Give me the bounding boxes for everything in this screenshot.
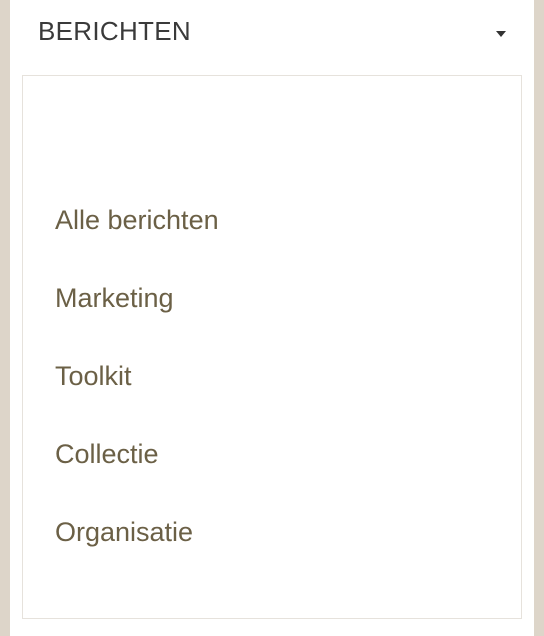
categories-widget: BERICHTEN Alle berichten Marketing Toolk… (10, 0, 534, 636)
category-link-organisatie[interactable]: Organisatie (55, 515, 219, 593)
category-link-collectie[interactable]: Collectie (55, 437, 219, 515)
category-link-marketing[interactable]: Marketing (55, 281, 219, 359)
categories-list: Alle berichten Marketing Toolkit Collect… (55, 203, 219, 593)
categories-list-box: Alle berichten Marketing Toolkit Collect… (22, 75, 522, 619)
categories-dropdown-toggle[interactable]: BERICHTEN (10, 0, 534, 68)
category-link-toolkit[interactable]: Toolkit (55, 359, 219, 437)
category-link-alle-berichten[interactable]: Alle berichten (55, 203, 219, 281)
caret-down-icon[interactable] (496, 31, 506, 37)
widget-title: BERICHTEN (38, 16, 191, 46)
